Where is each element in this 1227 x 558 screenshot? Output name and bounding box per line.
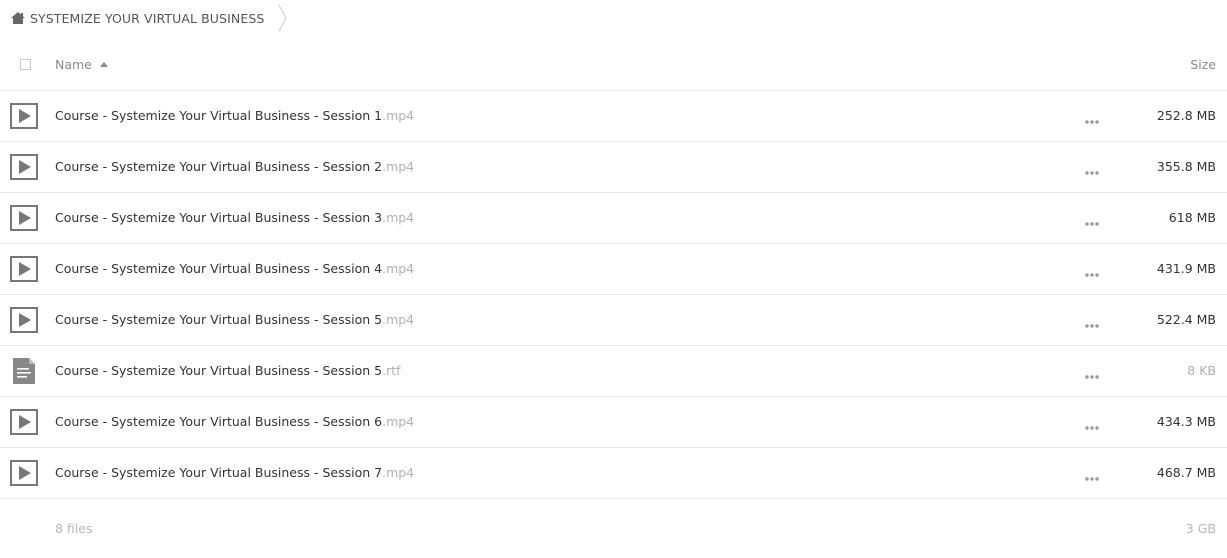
file-extension: .rtf <box>382 363 401 378</box>
total-size: 3 GB <box>1185 521 1216 536</box>
file-extension: .mp4 <box>382 159 415 174</box>
video-play-icon <box>10 409 38 435</box>
file-size: 468.7 MB <box>1156 465 1216 480</box>
more-options-icon[interactable] <box>1084 469 1100 481</box>
file-size: 355.8 MB <box>1156 159 1216 174</box>
file-name[interactable]: Course - Systemize Your Virtual Business… <box>55 312 414 327</box>
file-name[interactable]: Course - Systemize Your Virtual Business… <box>55 210 414 225</box>
file-extension: .mp4 <box>382 108 415 123</box>
file-row[interactable]: Course - Systemize Your Virtual Business… <box>0 91 1227 142</box>
file-extension: .mp4 <box>382 312 415 327</box>
file-extension: .mp4 <box>382 261 415 276</box>
file-row[interactable]: Course - Systemize Your Virtual Business… <box>0 295 1227 346</box>
document-icon <box>10 358 38 384</box>
file-name[interactable]: Course - Systemize Your Virtual Business… <box>55 261 414 276</box>
file-row[interactable]: Course - Systemize Your Virtual Business… <box>0 346 1227 397</box>
file-row[interactable]: Course - Systemize Your Virtual Business… <box>0 244 1227 295</box>
select-all-checkbox[interactable] <box>20 59 31 70</box>
more-options-icon[interactable] <box>1084 367 1100 379</box>
file-extension: .mp4 <box>382 414 415 429</box>
file-row[interactable]: Course - Systemize Your Virtual Business… <box>0 193 1227 244</box>
file-count: 8 files <box>55 521 93 536</box>
file-name-base: Course - Systemize Your Virtual Business… <box>55 363 383 378</box>
more-options-icon[interactable] <box>1084 214 1100 226</box>
home-icon[interactable] <box>10 10 26 26</box>
more-options-icon[interactable] <box>1084 112 1100 124</box>
column-name-label: Name <box>55 57 92 72</box>
file-name-base: Course - Systemize Your Virtual Business… <box>55 261 383 276</box>
column-header-size[interactable]: Size <box>1190 57 1216 72</box>
file-list: Course - Systemize Your Virtual Business… <box>0 91 1227 499</box>
file-name[interactable]: Course - Systemize Your Virtual Business… <box>55 414 414 429</box>
column-header-name[interactable]: Name <box>55 57 108 72</box>
file-size: 618 MB <box>1168 210 1216 225</box>
video-play-icon <box>10 205 38 231</box>
file-name-base: Course - Systemize Your Virtual Business… <box>55 108 383 123</box>
file-name-base: Course - Systemize Your Virtual Business… <box>55 210 383 225</box>
more-options-icon[interactable] <box>1084 418 1100 430</box>
more-options-icon[interactable] <box>1084 265 1100 277</box>
video-play-icon <box>10 460 38 486</box>
file-name[interactable]: Course - Systemize Your Virtual Business… <box>55 465 414 480</box>
file-name[interactable]: Course - Systemize Your Virtual Business… <box>55 108 414 123</box>
file-name[interactable]: Course - Systemize Your Virtual Business… <box>55 159 414 174</box>
more-options-icon[interactable] <box>1084 316 1100 328</box>
video-play-icon <box>10 154 38 180</box>
file-name-base: Course - Systemize Your Virtual Business… <box>55 414 383 429</box>
file-name-base: Course - Systemize Your Virtual Business… <box>55 159 383 174</box>
file-row[interactable]: Course - Systemize Your Virtual Business… <box>0 448 1227 499</box>
video-play-icon <box>10 256 38 282</box>
file-name-base: Course - Systemize Your Virtual Business… <box>55 312 383 327</box>
file-size: 522.4 MB <box>1156 312 1216 327</box>
file-row[interactable]: Course - Systemize Your Virtual Business… <box>0 397 1227 448</box>
video-play-icon <box>10 103 38 129</box>
file-size: 8 KB <box>1187 363 1216 378</box>
file-size: 431.9 MB <box>1156 261 1216 276</box>
file-list-header: Name Size <box>0 40 1227 91</box>
file-size: 252.8 MB <box>1156 108 1216 123</box>
breadcrumb-separator-icon <box>278 4 288 32</box>
video-play-icon <box>10 307 38 333</box>
more-options-icon[interactable] <box>1084 163 1100 175</box>
breadcrumb: SYSTEMIZE YOUR VIRTUAL BUSINESS <box>10 0 288 36</box>
sort-ascending-icon <box>99 62 108 67</box>
file-list-footer: 8 files 3 GB <box>0 508 1227 548</box>
file-name[interactable]: Course - Systemize Your Virtual Business… <box>55 363 401 378</box>
breadcrumb-folder[interactable]: SYSTEMIZE YOUR VIRTUAL BUSINESS <box>30 11 264 26</box>
file-extension: .mp4 <box>382 465 415 480</box>
file-extension: .mp4 <box>382 210 415 225</box>
file-row[interactable]: Course - Systemize Your Virtual Business… <box>0 142 1227 193</box>
file-name-base: Course - Systemize Your Virtual Business… <box>55 465 383 480</box>
file-size: 434.3 MB <box>1156 414 1216 429</box>
